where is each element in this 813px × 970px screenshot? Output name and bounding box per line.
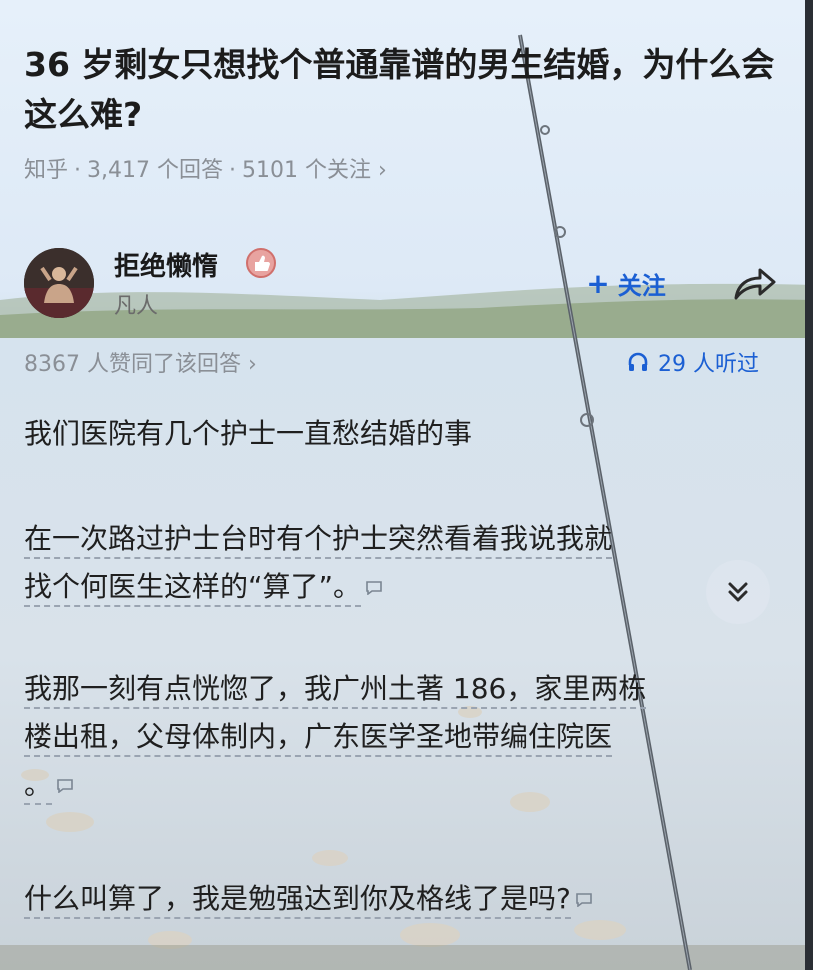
paragraph-text[interactable]: 。 <box>24 768 53 805</box>
comment-bubble-icon[interactable] <box>575 893 593 907</box>
expand-button[interactable] <box>706 560 770 624</box>
author-avatar[interactable] <box>24 248 94 318</box>
comment-bubble-icon[interactable] <box>56 779 74 793</box>
chevron-double-down-icon <box>728 582 748 602</box>
follow-label: 关注 <box>617 271 666 300</box>
headphones-icon <box>628 352 648 371</box>
paragraph-text[interactable]: 我那一刻有点恍惚了，我广州土著 186，家里两栋 <box>24 672 647 709</box>
answer-paragraph-4: 什么叫算了，我是勉强达到你及格线了是吗? <box>24 875 784 923</box>
follow-button[interactable]: + 关注 <box>566 262 686 304</box>
follower-count[interactable]: 5101 个关注 › <box>242 158 387 183</box>
paragraph-text[interactable]: 楼出租，父母体制内，广东医学圣地带编住院医 <box>24 720 613 757</box>
answer-paragraph-2: 在一次路过护士台时有个护士突然看着我说我就 找个何医生这样的“算了”。 <box>24 515 784 611</box>
source-label: 知乎 <box>24 158 69 183</box>
answer-paragraph-3: 我那一刻有点恍惚了，我广州土著 186，家里两栋 楼出租，父母体制内，广东医学圣… <box>24 665 784 809</box>
share-arrow-icon[interactable] <box>730 264 778 304</box>
listen-count[interactable]: 29 人听过 <box>626 346 759 378</box>
question-title[interactable]: 36 岁剩女只想找个普通靠谱的男生结婚，为什么会这么难? <box>24 40 784 140</box>
vote-count[interactable]: 8367 人赞同了该回答 › <box>24 346 257 378</box>
author-name[interactable]: 拒绝懒惰 <box>114 246 218 283</box>
paragraph-text[interactable]: 在一次路过护士台时有个护士突然看着我说我就 <box>24 522 613 559</box>
comment-bubble-icon[interactable] <box>365 581 383 595</box>
author-bio: 凡人 <box>114 294 159 319</box>
answer-paragraph-1: 我们医院有几个护士一直愁结婚的事 <box>24 410 784 458</box>
answer-count[interactable]: 3,417 个回答 <box>87 158 223 183</box>
plus-icon: + <box>586 266 610 300</box>
listen-text: 29 人听过 <box>658 352 759 377</box>
thumb-badge-icon <box>246 248 276 278</box>
paragraph-text[interactable]: 什么叫算了，我是勉强达到你及格线了是吗? <box>24 882 571 919</box>
paragraph-text: 我们医院有几个护士一直愁结婚的事 <box>24 417 473 450</box>
question-meta: 知乎 · 3,417 个回答 · 5101 个关注 › <box>24 158 387 183</box>
paragraph-text[interactable]: 找个何医生这样的“算了”。 <box>24 570 362 607</box>
